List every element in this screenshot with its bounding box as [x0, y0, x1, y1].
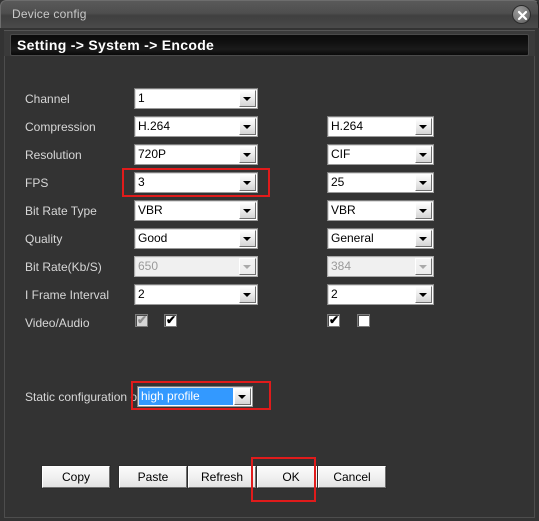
compression-select[interactable]: H.264	[134, 116, 258, 137]
dialog-body: Channel Compression Resolution FPS Bit R…	[4, 56, 535, 518]
chevron-down-icon	[415, 258, 432, 275]
chevron-down-icon[interactable]	[239, 90, 256, 107]
bit-rate-type-value: VBR	[138, 203, 163, 217]
audio-checkbox-sub[interactable]	[357, 314, 370, 327]
breadcrumb: Setting -> System -> Encode	[17, 37, 215, 53]
chevron-down-icon[interactable]	[239, 202, 256, 219]
bit-rate-select: 650	[134, 256, 258, 277]
chevron-down-icon[interactable]	[415, 230, 432, 247]
chevron-down-icon[interactable]	[239, 286, 256, 303]
audio-checkbox-main[interactable]: ✔	[164, 314, 177, 327]
chevron-down-icon[interactable]	[415, 286, 432, 303]
label-static-configuration: Static configuration of	[25, 390, 141, 404]
ok-button[interactable]: OK	[257, 466, 325, 488]
quality-value: Good	[138, 231, 168, 245]
chevron-down-icon[interactable]	[239, 174, 256, 191]
video-checkbox-main: ✔	[135, 313, 148, 327]
chevron-down-icon	[239, 258, 256, 275]
quality-value-sub: General	[331, 231, 374, 245]
static-configuration-value: high profile	[139, 388, 233, 405]
i-frame-interval-value: 2	[138, 287, 145, 301]
label-compression: Compression	[25, 120, 96, 134]
label-bit-rate-type: Bit Rate Type	[25, 204, 97, 218]
chevron-down-icon[interactable]	[415, 174, 432, 191]
window-title: Device config	[12, 7, 87, 21]
bit-rate-value-sub: 384	[331, 259, 352, 273]
channel-select[interactable]: 1	[134, 88, 258, 109]
i-frame-interval-value-sub: 2	[331, 287, 338, 301]
copy-button[interactable]: Copy	[42, 466, 110, 488]
chevron-down-icon[interactable]	[415, 202, 432, 219]
i-frame-interval-select[interactable]: 2	[134, 284, 258, 305]
resolution-value: 720P	[138, 147, 167, 161]
i-frame-interval-select-sub[interactable]: 2	[327, 284, 434, 305]
video-checkbox-sub[interactable]: ✔	[327, 314, 340, 327]
paste-button[interactable]: Paste	[119, 466, 187, 488]
fps-value: 3	[138, 175, 145, 189]
device-config-window: Device config Setting -> System -> Encod…	[0, 0, 539, 521]
fps-select-sub[interactable]: 25	[327, 172, 434, 193]
bit-rate-type-select[interactable]: VBR	[134, 200, 258, 221]
chevron-down-icon[interactable]	[415, 146, 432, 163]
bit-rate-value: 650	[138, 259, 159, 273]
close-icon[interactable]	[512, 5, 531, 24]
label-quality: Quality	[25, 232, 63, 246]
label-i-frame-interval: I Frame Interval	[25, 288, 110, 302]
label-fps: FPS	[25, 176, 49, 190]
refresh-button[interactable]: Refresh	[188, 466, 256, 488]
bit-rate-type-select-sub[interactable]: VBR	[327, 200, 434, 221]
label-resolution: Resolution	[25, 148, 82, 162]
fps-value-sub: 25	[331, 175, 345, 189]
label-video-audio: Video/Audio	[25, 316, 90, 330]
static-configuration-select[interactable]: high profile	[137, 386, 253, 407]
label-bit-rate: Bit Rate(Kb/S)	[25, 260, 102, 274]
chevron-down-icon[interactable]	[239, 118, 256, 135]
resolution-select-sub[interactable]: CIF	[327, 144, 434, 165]
chevron-down-icon[interactable]	[239, 146, 256, 163]
chevron-down-icon[interactable]	[239, 230, 256, 247]
quality-select[interactable]: Good	[134, 228, 258, 249]
breadcrumb-wrapper: Setting -> System -> Encode	[4, 30, 535, 56]
chevron-down-icon[interactable]	[234, 388, 251, 405]
resolution-select[interactable]: 720P	[134, 144, 258, 165]
bit-rate-select-sub: 384	[327, 256, 434, 277]
channel-value: 1	[138, 91, 145, 105]
label-channel: Channel	[25, 92, 70, 106]
chevron-down-icon[interactable]	[415, 118, 432, 135]
quality-select-sub[interactable]: General	[327, 228, 434, 249]
fps-select[interactable]: 3	[134, 172, 258, 193]
resolution-value-sub: CIF	[331, 147, 351, 161]
window-titlebar[interactable]: Device config	[0, 0, 539, 28]
compression-value-sub: H.264	[331, 119, 364, 133]
close-x-glyph	[517, 10, 528, 21]
compression-value: H.264	[138, 119, 171, 133]
bit-rate-type-value-sub: VBR	[331, 203, 356, 217]
compression-select-sub[interactable]: H.264	[327, 116, 434, 137]
cancel-button[interactable]: Cancel	[318, 466, 386, 488]
breadcrumb-bar: Setting -> System -> Encode	[10, 34, 529, 56]
